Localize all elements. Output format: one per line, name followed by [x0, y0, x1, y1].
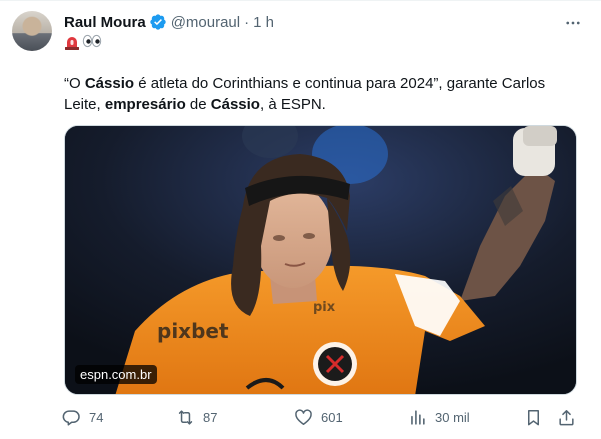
views-count: 30 mil [435, 409, 470, 425]
like-icon [295, 408, 312, 425]
text-segment-bold: Cássio [210, 96, 260, 113]
reply-icon [62, 409, 80, 426]
text-segment: , à ESPN. [259, 96, 326, 113]
separator-dot: · [244, 13, 250, 31]
bookmark-button[interactable] [524, 408, 543, 427]
share-icon [559, 409, 574, 425]
svg-text:pixbet: pixbet [157, 319, 229, 343]
share-button[interactable] [557, 408, 576, 427]
text-segment-bold: empresário [104, 96, 186, 113]
like-count: 601 [321, 409, 343, 425]
tweet-media-image[interactable]: pixbet pix espn.com.br [64, 125, 577, 395]
views-button[interactable]: 30 mil [408, 408, 470, 427]
eyes-icon [82, 34, 102, 52]
avatar[interactable] [12, 11, 52, 51]
tweet-card[interactable]: Raul Moura @mouraul · 1 h 🚨 👀 “O [0, 0, 601, 439]
tweet-text: “O Cássio é atleta do Corinthians e cont… [64, 73, 574, 115]
text-segment-bold: Cássio [84, 75, 135, 92]
reply-button[interactable]: 74 [62, 408, 103, 427]
emoji-line: 🚨 👀 [64, 33, 102, 53]
reply-count: 74 [89, 409, 104, 425]
repost-icon [178, 409, 193, 425]
svg-text:pix: pix [313, 300, 336, 315]
bookmark-icon [527, 409, 540, 425]
repost-count: 87 [203, 409, 218, 425]
author-name[interactable]: Raul Moura [64, 14, 146, 31]
verified-badge-icon[interactable] [149, 13, 167, 31]
media-source-label: espn.com.br [75, 365, 157, 384]
action-bar: 74 87 601 30 mil [62, 404, 582, 430]
text-segment: “O [64, 75, 85, 92]
tweet-header: Raul Moura @mouraul · 1 h [64, 12, 274, 32]
views-icon [411, 409, 425, 425]
goalkeeper-photo: pixbet pix [65, 126, 576, 394]
author-handle[interactable]: @mouraul [171, 14, 240, 31]
text-segment: de [185, 96, 211, 113]
like-button[interactable]: 601 [294, 408, 343, 427]
more-icon[interactable] [563, 13, 583, 33]
repost-button[interactable]: 87 [176, 408, 217, 427]
siren-icon [65, 37, 79, 50]
timestamp[interactable]: 1 h [253, 14, 274, 31]
